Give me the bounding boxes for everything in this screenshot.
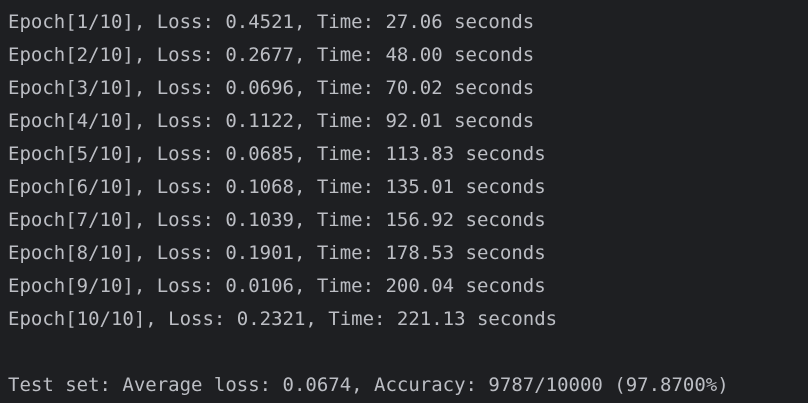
console-line-epoch-4: Epoch[4/10], Loss: 0.1122, Time: 92.01 s… bbox=[8, 110, 535, 132]
console-line-epoch-2: Epoch[2/10], Loss: 0.2677, Time: 48.00 s… bbox=[8, 44, 535, 66]
console-line-epoch-8: Epoch[8/10], Loss: 0.1901, Time: 178.53 … bbox=[8, 242, 546, 264]
console-line-test-result: Test set: Average loss: 0.0674, Accuracy… bbox=[8, 374, 729, 396]
console-line-epoch-6: Epoch[6/10], Loss: 0.1068, Time: 135.01 … bbox=[8, 176, 546, 198]
console-line-epoch-1: Epoch[1/10], Loss: 0.4521, Time: 27.06 s… bbox=[8, 11, 535, 33]
console-line-epoch-10: Epoch[10/10], Loss: 0.2321, Time: 221.13… bbox=[8, 308, 558, 330]
console-line-epoch-5: Epoch[5/10], Loss: 0.0685, Time: 113.83 … bbox=[8, 143, 546, 165]
console-line-epoch-7: Epoch[7/10], Loss: 0.1039, Time: 156.92 … bbox=[8, 209, 546, 231]
console-line-epoch-9: Epoch[9/10], Loss: 0.0106, Time: 200.04 … bbox=[8, 275, 546, 297]
console-line-epoch-3: Epoch[3/10], Loss: 0.0696, Time: 70.02 s… bbox=[8, 77, 535, 99]
console-output[interactable]: Epoch[1/10], Loss: 0.4521, Time: 27.06 s… bbox=[0, 0, 808, 403]
